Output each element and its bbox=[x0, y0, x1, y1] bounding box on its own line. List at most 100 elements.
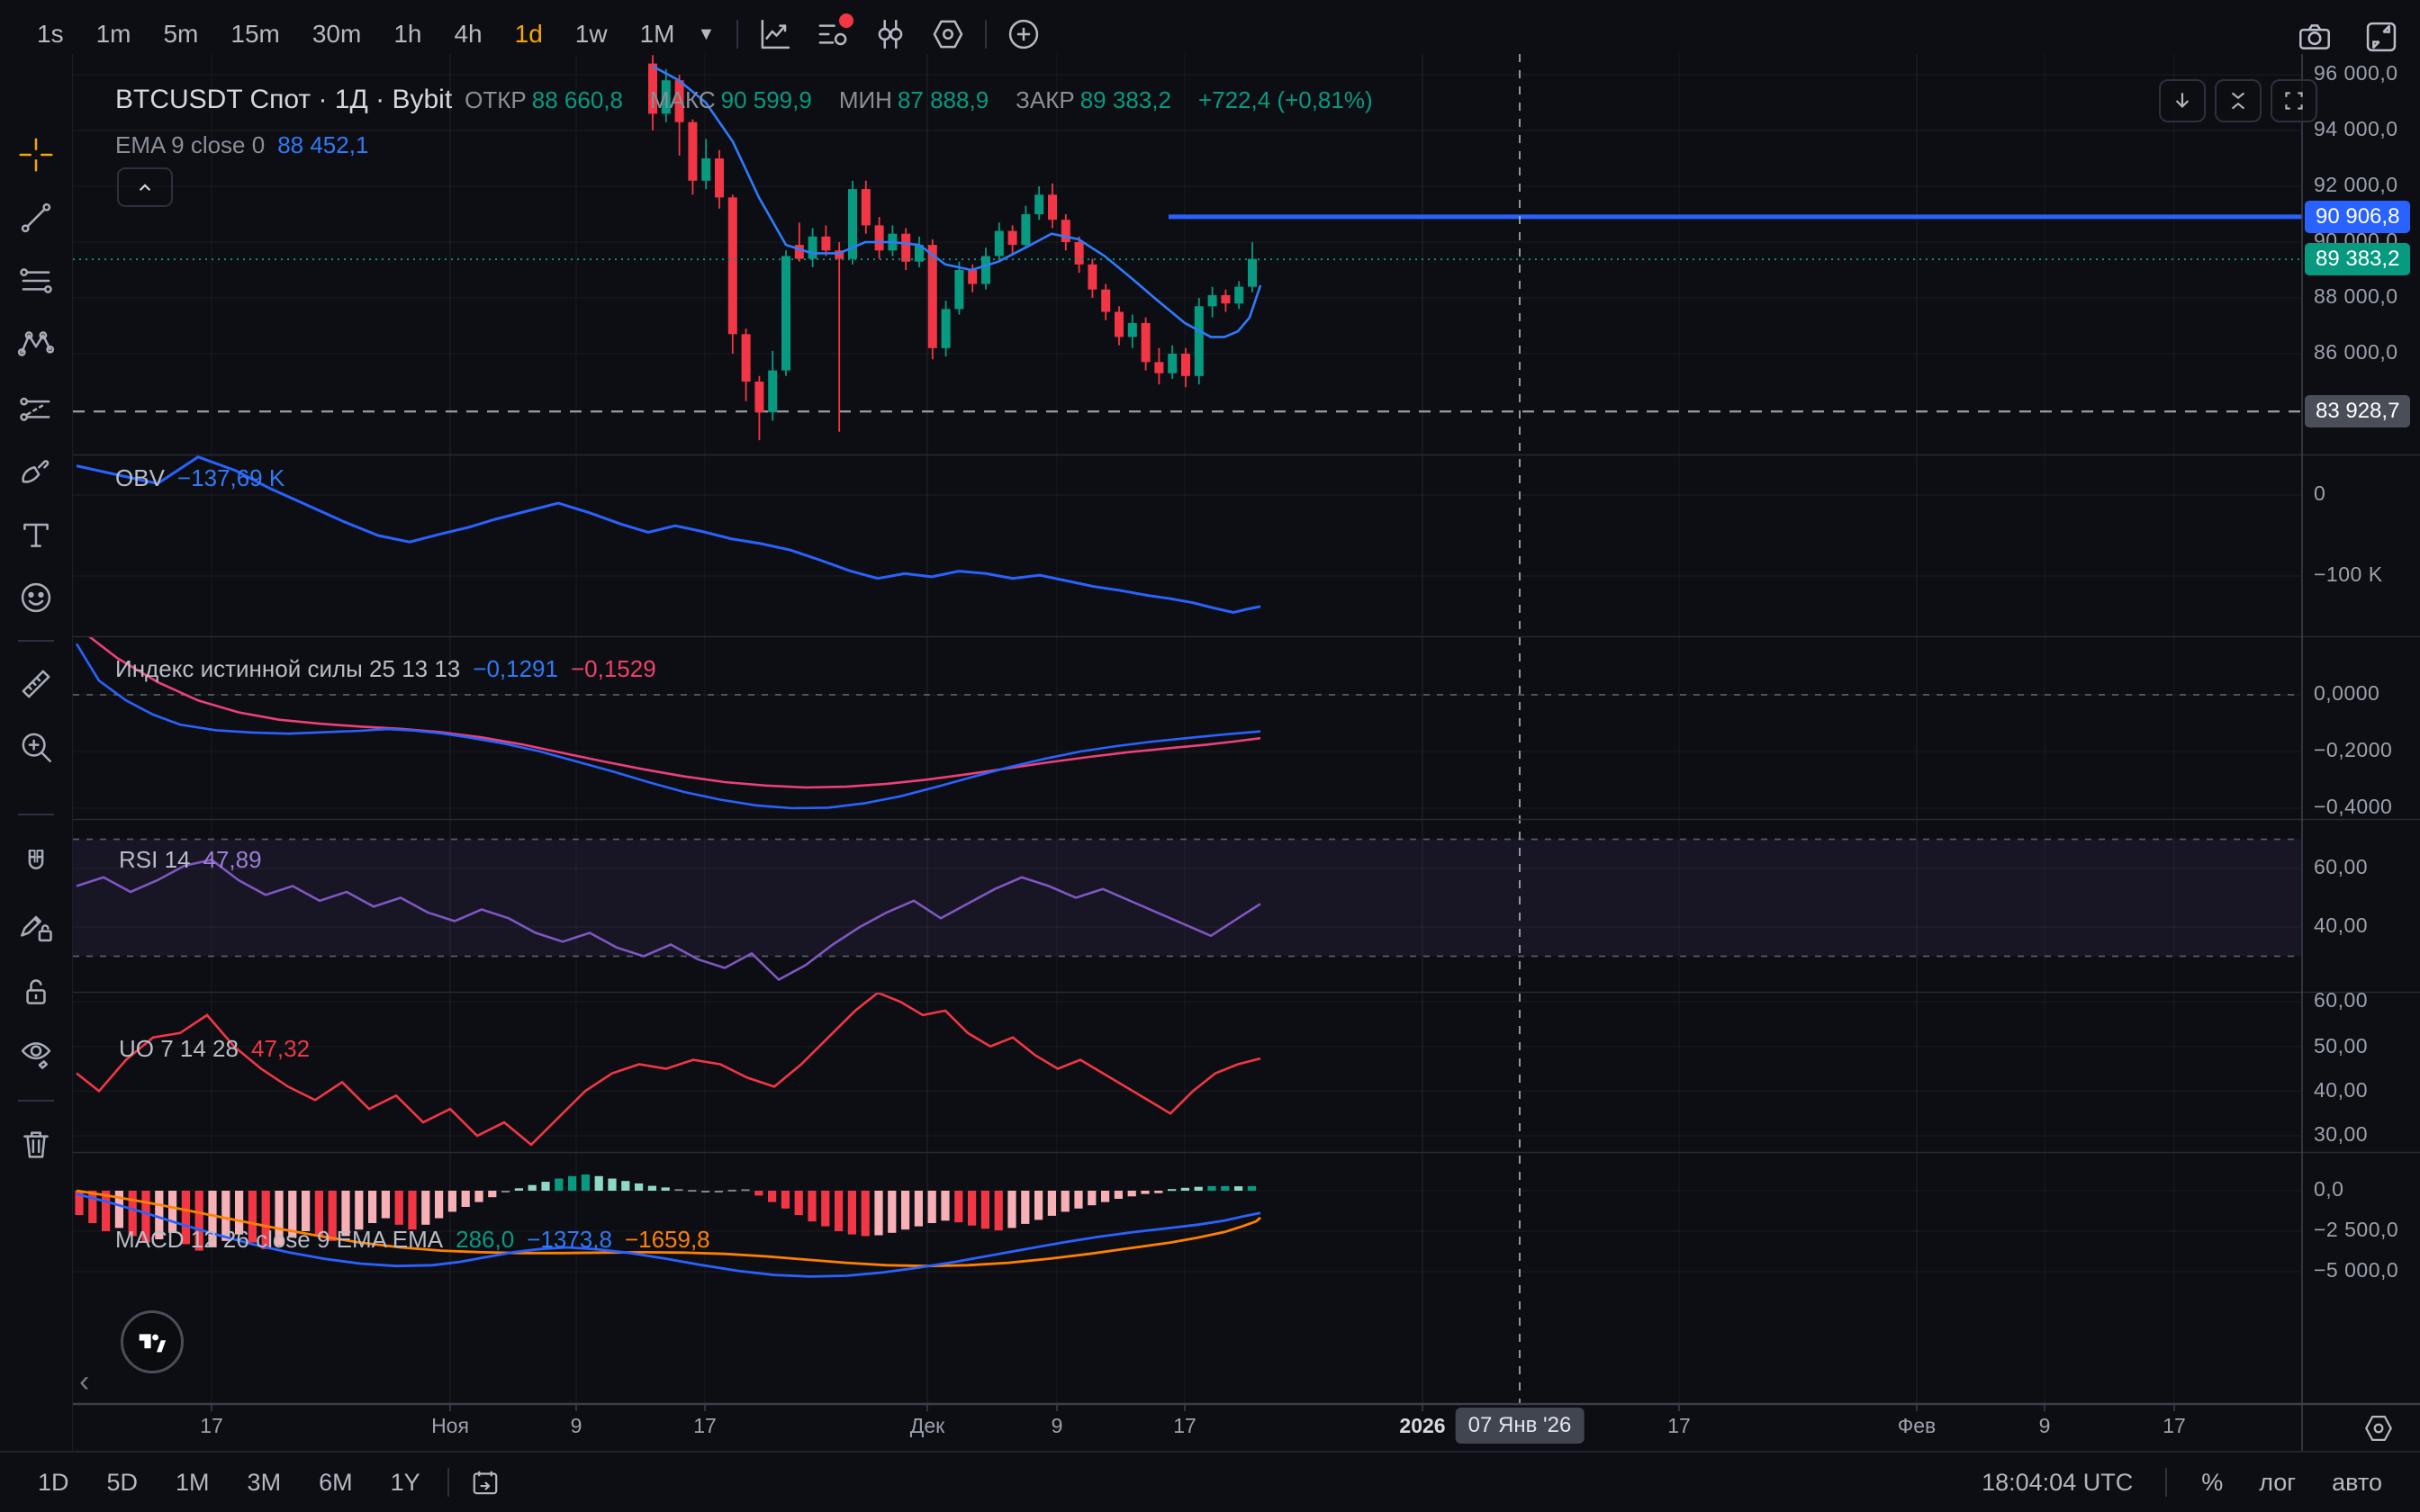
go-to-date-icon[interactable] bbox=[462, 1462, 509, 1503]
price-badge: 83 928,7 bbox=[2305, 395, 2410, 428]
time-axis-label: 9 bbox=[1003, 1414, 1111, 1438]
hide-drawings-icon[interactable] bbox=[16, 1033, 56, 1073]
time-axis-label: 17 bbox=[158, 1414, 266, 1438]
time-axis-label: 17 bbox=[2120, 1414, 2228, 1438]
range-1M[interactable]: 1M bbox=[161, 1463, 224, 1502]
macd-legend[interactable]: MACD 12 26 close 9 EMA EMA 286,0 −1373,8… bbox=[115, 1226, 710, 1254]
time-axis-label: 17 bbox=[651, 1414, 759, 1438]
camera-icon[interactable] bbox=[2290, 13, 2339, 61]
scale-toggles: %логавто bbox=[2187, 1463, 2397, 1502]
timeframe-1m[interactable]: 1m bbox=[83, 13, 145, 56]
timeframe-1s[interactable]: 1s bbox=[23, 13, 77, 56]
stat-low: МИН87 888,9 bbox=[839, 86, 989, 114]
range-6M[interactable]: 6M bbox=[304, 1463, 367, 1502]
time-axis-label: Фев bbox=[1863, 1414, 1971, 1438]
trend-line-icon[interactable] bbox=[16, 198, 56, 238]
magnet-icon[interactable] bbox=[16, 844, 56, 884]
time-axis-label: 17 bbox=[1131, 1414, 1239, 1438]
price-axis-label: 94 000,0 bbox=[2314, 117, 2398, 141]
price-axis-label: 40,00 bbox=[2314, 914, 2368, 938]
range-1D[interactable]: 1D bbox=[23, 1463, 84, 1502]
timeframe-30m[interactable]: 30m bbox=[299, 13, 375, 56]
price-axis-label: −100 K bbox=[2314, 562, 2383, 587]
timeframe-1h[interactable]: 1h bbox=[380, 13, 435, 56]
trash-icon[interactable] bbox=[16, 1125, 56, 1165]
price-axis-label: 40,00 bbox=[2314, 1078, 2368, 1102]
toggle-%[interactable]: % bbox=[2187, 1463, 2237, 1502]
price-axis-label: 0,0000 bbox=[2314, 681, 2379, 706]
add-plus-icon[interactable] bbox=[999, 10, 1048, 58]
time-axis-label: 9 bbox=[1991, 1414, 2099, 1438]
sidebar-divider bbox=[18, 640, 54, 642]
brush-icon[interactable] bbox=[16, 452, 56, 491]
price-axis[interactable]: 96 000,094 000,092 000,090 000,088 000,0… bbox=[2303, 54, 2420, 1404]
obv-legend[interactable]: OBV −137,69 K bbox=[115, 464, 284, 492]
collapse-legend-button[interactable] bbox=[117, 167, 173, 207]
timezone-settings-icon[interactable] bbox=[2361, 1410, 2397, 1451]
collapse-panes-icon[interactable] bbox=[2215, 79, 2262, 122]
forecast-icon[interactable] bbox=[16, 389, 56, 428]
scroll-to-recent-icon[interactable] bbox=[2159, 79, 2206, 122]
timeframe-1d[interactable]: 1d bbox=[501, 13, 556, 56]
price-axis-label: 30,00 bbox=[2314, 1122, 2368, 1147]
uo-legend[interactable]: UO 7 14 28 47,32 bbox=[119, 1035, 310, 1063]
toggle-лог[interactable]: лог bbox=[2244, 1463, 2310, 1502]
range-5D[interactable]: 5D bbox=[93, 1463, 153, 1502]
timeframe-dropdown-caret[interactable]: ▼ bbox=[689, 17, 725, 52]
emoji-icon[interactable] bbox=[16, 578, 56, 617]
ema-legend[interactable]: EMA 9 close 0 88 452,1 bbox=[115, 131, 368, 159]
chart-style-icon[interactable] bbox=[751, 10, 799, 58]
xabcd-pattern-icon[interactable] bbox=[16, 324, 56, 364]
indicators-icon[interactable] bbox=[808, 10, 857, 58]
top-right-actions bbox=[2290, 13, 2406, 61]
range-1Y[interactable]: 1Y bbox=[376, 1463, 435, 1502]
minimize-window-icon[interactable] bbox=[2357, 13, 2406, 61]
symbol-header[interactable]: BTCUSDT Спот · 1Д · Bybit ОТКР88 660,8 М… bbox=[115, 85, 1373, 115]
maximize-pane-icon[interactable] bbox=[2271, 79, 2317, 122]
bottom-toolbar: 1D5D1M3M6M1Y 18:04:04 UTC %логавто bbox=[0, 1451, 2420, 1512]
bottom-right-group: 18:04:04 UTC %логавто bbox=[1969, 1463, 2397, 1502]
toolbar-divider bbox=[736, 20, 738, 49]
time-axis-label: Дек bbox=[873, 1414, 981, 1438]
timeframe-4h[interactable]: 4h bbox=[440, 13, 495, 56]
text-tool-icon[interactable] bbox=[16, 515, 56, 554]
price-axis-label: 50,00 bbox=[2314, 1034, 2368, 1058]
range-3M[interactable]: 3M bbox=[233, 1463, 296, 1502]
clock[interactable]: 18:04:04 UTC bbox=[1969, 1469, 2145, 1497]
time-axis[interactable]: 17Ноя917Дек917202617Фев91707 Янв '26 bbox=[72, 1405, 2420, 1452]
price-axis-label: 0,0 bbox=[2314, 1177, 2343, 1202]
price-badge: 89 383,2 bbox=[2305, 243, 2410, 275]
ruler-icon[interactable] bbox=[16, 664, 56, 704]
sidebar-divider bbox=[18, 1100, 54, 1102]
symbol-title[interactable]: BTCUSDT Спот · 1Д · Bybit bbox=[115, 85, 452, 115]
price-axis-label: −0,2000 bbox=[2314, 738, 2392, 762]
time-axis-label: 9 bbox=[522, 1414, 630, 1438]
timeframe-1w[interactable]: 1w bbox=[562, 13, 621, 56]
rsi-legend[interactable]: RSI 14 47,89 bbox=[119, 846, 262, 874]
drawing-toolbar bbox=[0, 54, 73, 1452]
price-axis-label: −5 000,0 bbox=[2314, 1258, 2398, 1282]
scroll-left-chevron[interactable]: ‹ bbox=[79, 1364, 89, 1400]
price-axis-label: 86 000,0 bbox=[2314, 340, 2398, 364]
crosshair-icon[interactable] bbox=[16, 135, 56, 175]
stat-high: МАКС90 599,9 bbox=[650, 86, 812, 114]
price-axis-label: 60,00 bbox=[2314, 855, 2368, 879]
compare-icon[interactable] bbox=[866, 10, 915, 58]
price-axis-label: −0,4000 bbox=[2314, 795, 2392, 819]
timeframe-5m[interactable]: 5m bbox=[149, 13, 212, 56]
top-toolbar: 1s1m5m15m30m1h4h1d1w1M ▼ bbox=[0, 0, 2420, 68]
chart-canvas[interactable] bbox=[0, 0, 2420, 1512]
lock-icon[interactable] bbox=[16, 972, 56, 1012]
timeframe-15m[interactable]: 15m bbox=[217, 13, 293, 56]
tradingview-logo[interactable] bbox=[121, 1310, 184, 1373]
template-hexagon-icon[interactable] bbox=[924, 10, 972, 58]
toggle-авто[interactable]: авто bbox=[2317, 1463, 2397, 1502]
timeframe-1M[interactable]: 1M bbox=[627, 13, 689, 56]
timeframe-group: 1s1m5m15m30m1h4h1d1w1M bbox=[23, 13, 689, 56]
price-axis-label: 92 000,0 bbox=[2314, 173, 2398, 197]
drawing-lock-icon[interactable] bbox=[16, 907, 56, 947]
price-axis-label: −2 500,0 bbox=[2314, 1218, 2398, 1242]
tsi-legend[interactable]: Индекс истинной силы 25 13 13 −0,1291 −0… bbox=[115, 655, 656, 683]
fib-lines-icon[interactable] bbox=[16, 261, 56, 301]
zoom-in-icon[interactable] bbox=[16, 727, 56, 767]
